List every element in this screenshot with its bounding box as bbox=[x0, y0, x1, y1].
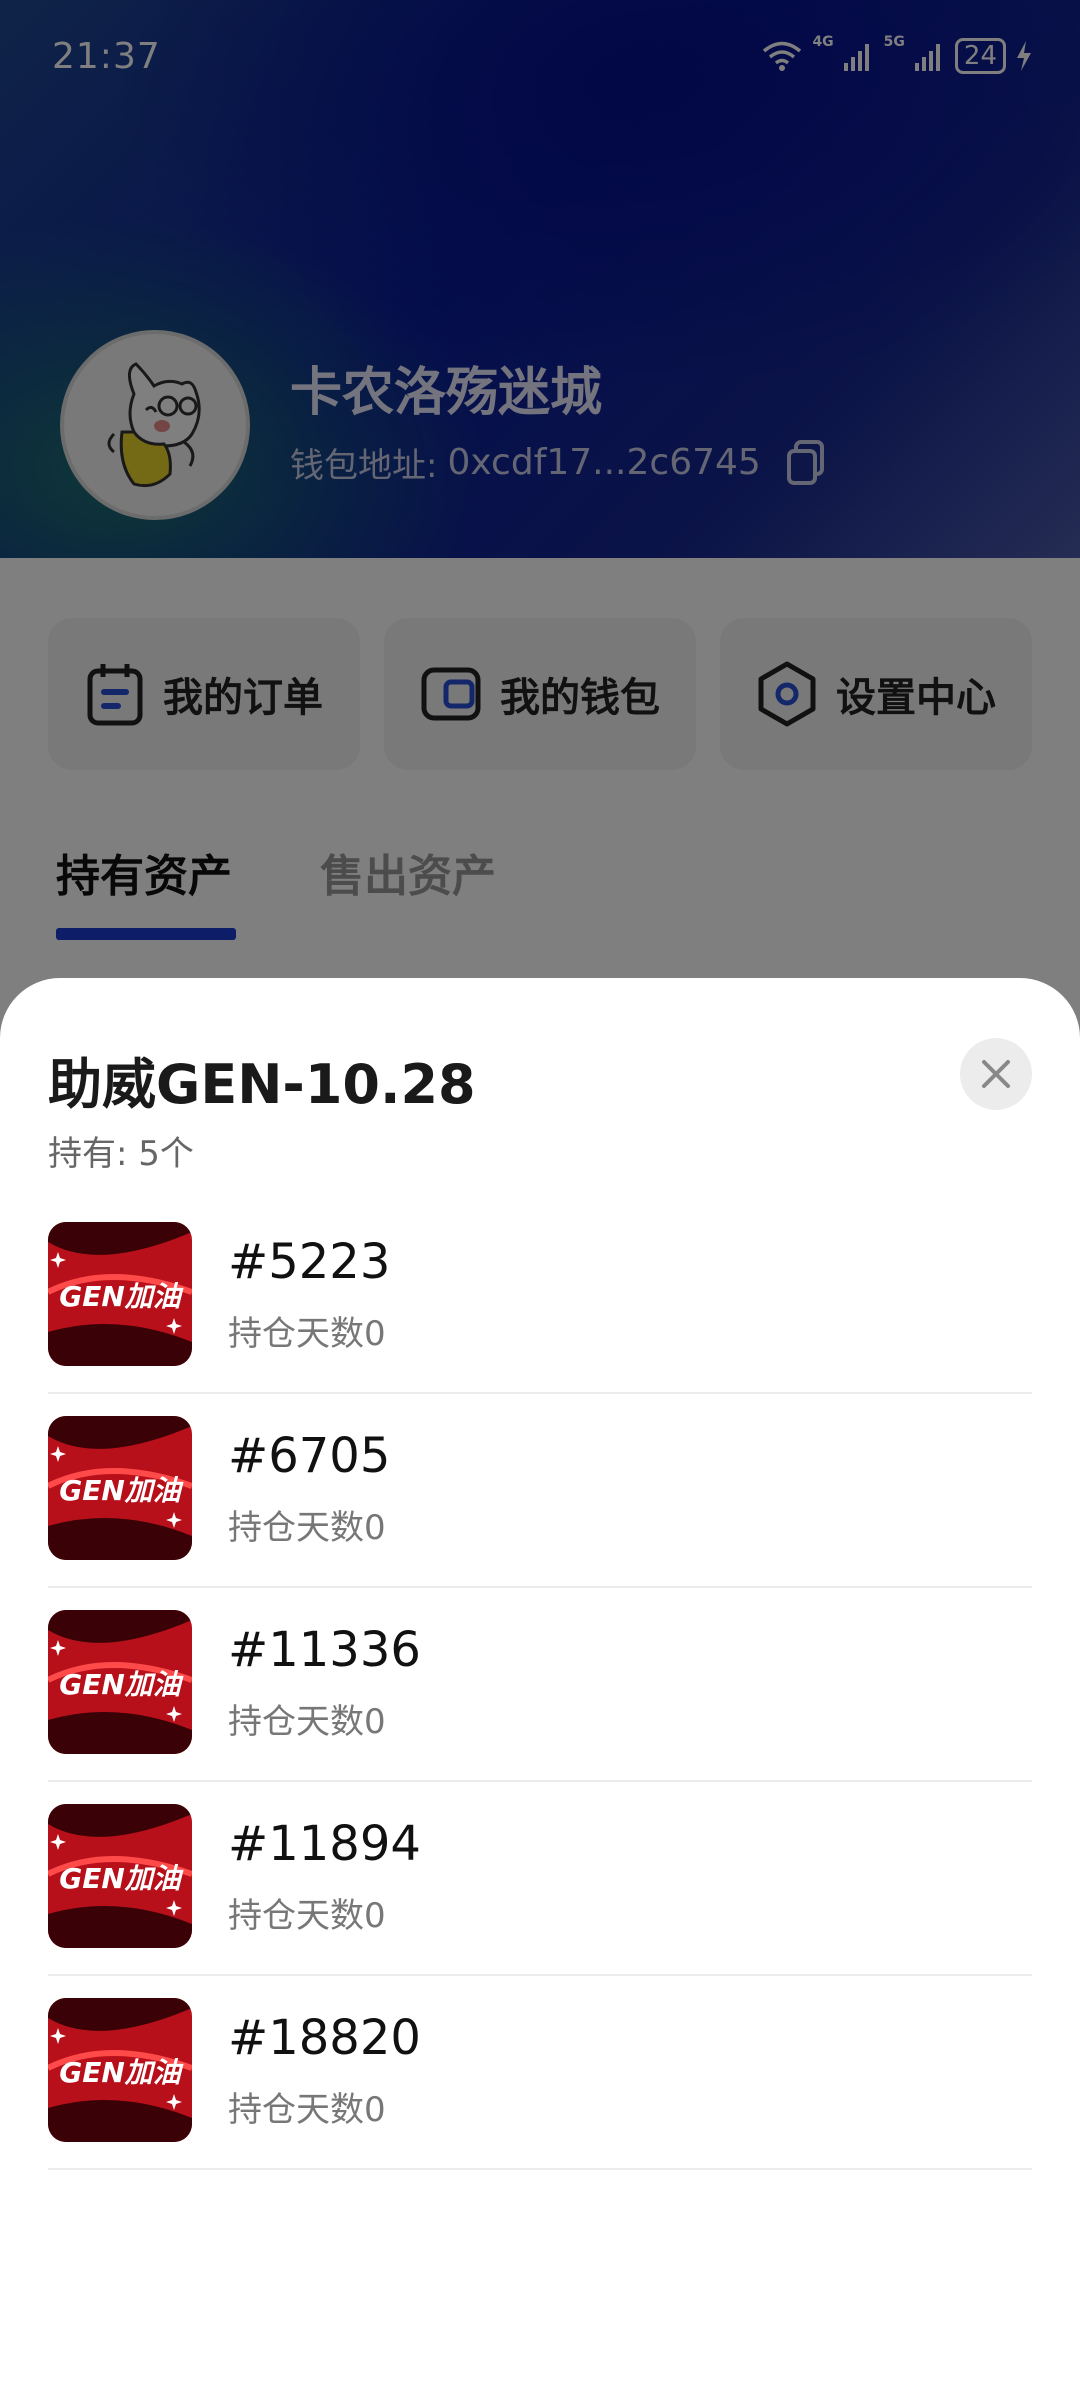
nft-thumbnail-image: GEN加油 bbox=[48, 1998, 192, 2142]
item-token-id: #6705 bbox=[228, 1428, 391, 1484]
nft-thumbnail-text: GEN加油 bbox=[59, 1668, 184, 1701]
list-item[interactable]: GEN加油 #5223 持仓天数0 bbox=[48, 1198, 1032, 1394]
list-item[interactable]: GEN加油 #6705 持仓天数0 bbox=[48, 1392, 1032, 1588]
nft-thumbnail: GEN加油 bbox=[48, 1416, 192, 1560]
list-item[interactable]: GEN加油 #18820 持仓天数0 bbox=[48, 1974, 1032, 2170]
nft-thumbnail-image: GEN加油 bbox=[48, 1610, 192, 1754]
nft-thumbnail-text: GEN加油 bbox=[59, 2056, 184, 2089]
item-token-id: #11894 bbox=[228, 1816, 421, 1872]
nft-thumbnail: GEN加油 bbox=[48, 1804, 192, 1948]
nft-thumbnail: GEN加油 bbox=[48, 1610, 192, 1754]
sheet-held-count: 持有: 5个 bbox=[48, 1134, 194, 1174]
nft-thumbnail-image: GEN加油 bbox=[48, 1222, 192, 1366]
close-icon bbox=[982, 1060, 1010, 1088]
nft-thumbnail-text: GEN加油 bbox=[59, 1474, 184, 1507]
item-holding-days: 持仓天数0 bbox=[228, 2090, 386, 2130]
nft-thumbnail: GEN加油 bbox=[48, 1222, 192, 1366]
close-button[interactable] bbox=[960, 1038, 1032, 1110]
item-holding-days: 持仓天数0 bbox=[228, 1314, 386, 1354]
item-holding-days: 持仓天数0 bbox=[228, 1896, 386, 1936]
item-holding-days: 持仓天数0 bbox=[228, 1508, 386, 1548]
list-item[interactable]: GEN加油 #11336 持仓天数0 bbox=[48, 1586, 1032, 1782]
list-item[interactable]: GEN加油 #11894 持仓天数0 bbox=[48, 1780, 1032, 1976]
nft-thumbnail: GEN加油 bbox=[48, 1998, 192, 2142]
item-holding-days: 持仓天数0 bbox=[228, 1702, 386, 1742]
item-token-id: #18820 bbox=[228, 2010, 421, 2066]
item-token-id: #5223 bbox=[228, 1234, 391, 1290]
item-token-id: #11336 bbox=[228, 1622, 421, 1678]
nft-thumbnail-image: GEN加油 bbox=[48, 1416, 192, 1560]
nft-thumbnail-text: GEN加油 bbox=[59, 1862, 184, 1895]
nft-thumbnail-image: GEN加油 bbox=[48, 1804, 192, 1948]
nft-thumbnail-text: GEN加油 bbox=[59, 1280, 184, 1313]
sheet-title: 助威GEN-10.28 bbox=[48, 1053, 476, 1116]
